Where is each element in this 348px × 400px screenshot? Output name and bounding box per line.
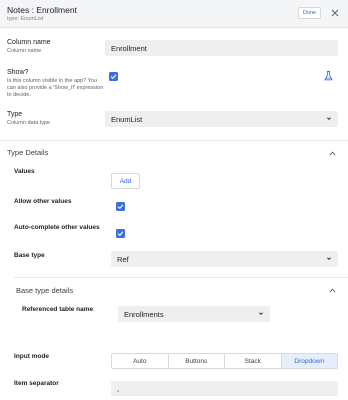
column-editor-header: Notes : Enrollment type: EnumList Done [0, 0, 348, 28]
checkmark-icon [117, 231, 124, 237]
type-value: EnumList [111, 114, 143, 124]
checkmark-icon [110, 74, 117, 80]
input-mode-segmented-control: Auto Buttons Stack Dropdown [111, 353, 338, 369]
values-label: Values [14, 168, 35, 175]
referenced-table-select[interactable]: Enrollments [118, 306, 270, 322]
base-type-value: Ref [117, 254, 129, 264]
input-mode-dropdown[interactable]: Dropdown [281, 354, 337, 368]
referenced-table-label: Referenced table name [22, 306, 94, 313]
allow-other-values-checkbox[interactable] [116, 202, 125, 211]
chevron-up-icon[interactable] [329, 288, 336, 293]
base-type-details-title: Base type details [16, 286, 74, 295]
chevron-down-icon [326, 117, 332, 121]
column-name-input[interactable]: Enrollment [105, 40, 338, 56]
referenced-table-value: Enrollments [124, 309, 164, 319]
autocomplete-checkbox[interactable] [116, 229, 125, 238]
header-title: Notes : Enrollment [7, 5, 77, 15]
input-mode-label: Input mode [14, 353, 50, 360]
divider [0, 140, 348, 141]
close-icon[interactable] [331, 9, 339, 17]
input-mode-stack[interactable]: Stack [225, 354, 282, 368]
base-type-select[interactable]: Ref [111, 251, 338, 267]
divider [14, 277, 348, 278]
column-name-label: Column name [7, 39, 51, 46]
autocomplete-label: Auto-complete other values [14, 224, 100, 231]
flask-icon[interactable] [324, 71, 333, 81]
show-label: Show? [7, 69, 29, 76]
type-select[interactable]: EnumList [105, 111, 338, 127]
item-separator-label: Item separator [14, 380, 59, 387]
chevron-down-icon [326, 257, 332, 261]
header-subtitle: type: EnumList [7, 16, 44, 22]
chevron-down-icon [258, 312, 264, 316]
input-mode-buttons[interactable]: Buttons [168, 354, 225, 368]
add-value-button[interactable]: Add [111, 173, 140, 189]
allow-other-values-label: Allow other values [14, 198, 72, 205]
input-mode-auto[interactable]: Auto [112, 354, 169, 368]
item-separator-value: , [117, 384, 120, 393]
item-separator-input[interactable]: , [111, 381, 338, 396]
chevron-up-icon[interactable] [329, 151, 336, 156]
checkmark-icon [117, 204, 124, 210]
column-name-help: Column name [7, 48, 42, 54]
type-help: Column data type [7, 120, 51, 126]
show-checkbox[interactable] [109, 72, 118, 81]
done-button[interactable]: Done [298, 7, 321, 19]
type-details-title: Type Details [7, 148, 49, 157]
column-name-value: Enrollment [111, 43, 147, 53]
show-help: Is this column visible in the app? You c… [7, 78, 104, 98]
type-label: Type [7, 111, 23, 118]
base-type-label: Base type [14, 252, 45, 259]
